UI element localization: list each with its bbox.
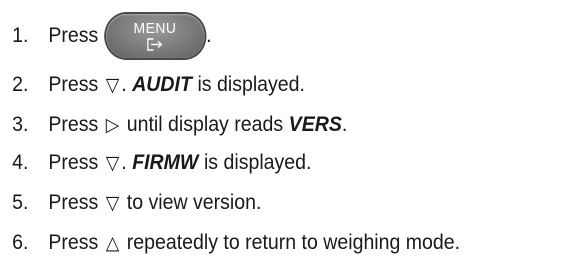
- step-text: Press: [48, 191, 99, 214]
- step-number: 4.: [12, 151, 29, 174]
- step-text-end: to view version.: [126, 191, 262, 214]
- step-text-end: is displayed.: [197, 73, 305, 96]
- up-triangle-icon: △: [105, 232, 120, 254]
- step-text-mid: .: [121, 151, 127, 174]
- step-4: 4. Press ▽ . FIRMW is displayed.: [0, 148, 311, 178]
- step-number: 3.: [12, 113, 29, 136]
- step-text: Press: [48, 113, 99, 136]
- step-text-end: .: [341, 113, 348, 136]
- step-number: 2.: [12, 73, 29, 96]
- step-5: 5. Press ▽ to view version.: [0, 188, 261, 218]
- step-number: 6.: [12, 231, 29, 254]
- step-3: 3. Press ▷ until display reads VERS .: [0, 110, 347, 140]
- step-text-mid: until display reads: [126, 113, 284, 136]
- step-text: Press: [48, 231, 99, 254]
- display-keyword: VERS: [288, 113, 342, 136]
- step-text-mid: .: [121, 73, 127, 96]
- step-text-end: repeatedly to return to weighing mode.: [126, 231, 461, 254]
- down-triangle-icon: ▽: [105, 152, 120, 174]
- step-number: 1.: [12, 24, 29, 47]
- menu-button-label: MENU: [133, 20, 177, 37]
- step-6: 6. Press △ repeatedly to return to weigh…: [0, 228, 460, 258]
- step-text-end: is displayed.: [203, 151, 312, 174]
- step-number: 5.: [12, 191, 29, 214]
- exit-arrow-icon: [146, 38, 163, 51]
- step-1: 1. Press MENU .: [0, 12, 212, 60]
- right-triangle-icon: ▷: [105, 114, 120, 136]
- down-triangle-icon: ▽: [105, 192, 120, 214]
- step-text: Press: [48, 24, 99, 47]
- menu-button[interactable]: MENU: [105, 14, 205, 58]
- step-text-end: .: [206, 24, 212, 47]
- step-text: Press: [48, 73, 99, 96]
- step-2: 2. Press ▽ . AUDIT is displayed.: [0, 70, 305, 100]
- step-text: Press: [48, 151, 99, 174]
- display-keyword: AUDIT: [132, 73, 192, 96]
- display-keyword: FIRMW: [132, 151, 199, 174]
- down-triangle-icon: ▽: [105, 74, 120, 96]
